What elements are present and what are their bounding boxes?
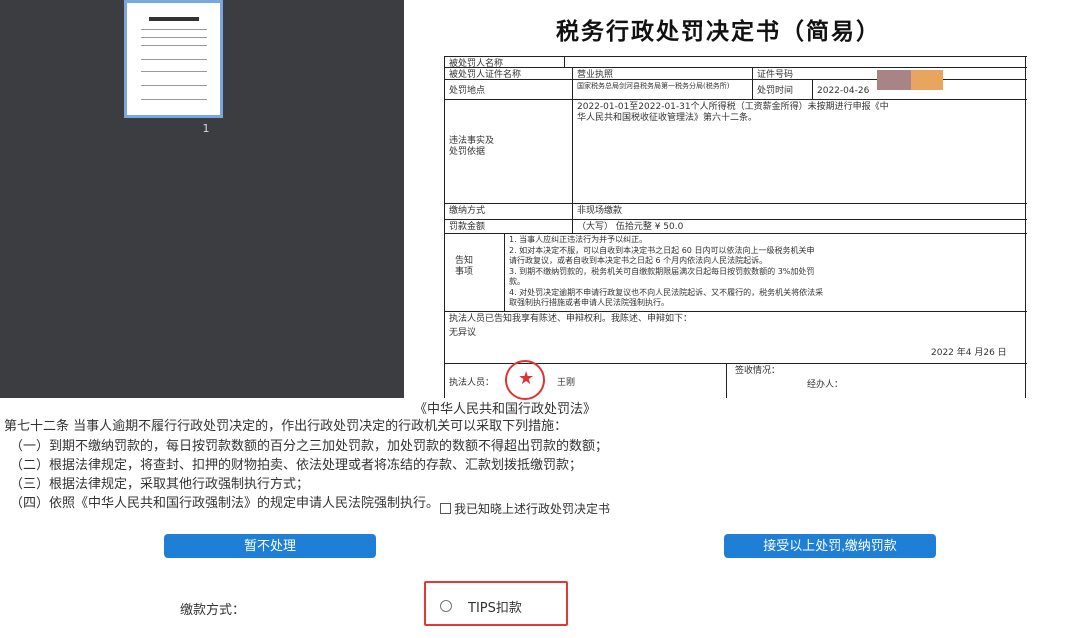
notice-label-cell: 告知 事项 [445,234,505,311]
form-row-party-name: 被处罚人名称 [445,56,1027,68]
notice-line: 1. 当事人应纠正违法行为并予以纠正。 [509,235,648,244]
thumbnail-line [141,45,207,46]
page-number: 1 [202,122,210,135]
form-row-statement: 执法人员已告知我享有陈述、申辩权利。我陈述、申辩如下： 无异议 2022 年4 … [445,312,1027,364]
officer-name: 王刚 [557,378,576,388]
notice-line: 款。 [509,277,525,286]
time-label: 处罚时间 [753,80,813,99]
defer-button[interactable]: 暂不处理 [164,534,376,558]
receipt-label: 签收情况： [735,366,781,376]
official-seal-icon: ★ [505,360,545,400]
thumbnail-line [141,37,207,38]
officer-label: 执法人员： [449,378,495,388]
tips-radio[interactable] [440,600,452,612]
law-line: （一）到期不缴纳罚款的，每日按罚款数额的百分之三加处罚款，加处罚款的数额不得超出… [10,439,609,454]
violation-text: 2022-01-01至2022-01-31个人所得税（工资薪金所得）未按期进行申… [577,102,889,112]
document-title: 税务行政处罚决定书（简易） [556,19,881,45]
thumbnail-line [141,29,207,30]
form-row-pay-method: 缴纳方式 非现场缴款 [445,204,1027,220]
form-row-fine: 罚款金额 （大写） 伍拾元整 ¥ 50.0 [445,220,1027,234]
party-id-label: 被处罚人证件名称 [445,68,573,79]
pay-method-label: 缴纳方式 [445,204,573,219]
statement-value: 无异议 [449,328,477,338]
notice-text-cell: 1. 当事人应纠正违法行为并予以纠正。 2. 如对本决定不服，可以自收到本决定书… [505,234,1027,311]
law-line: （三）根据法律规定，采取其他行政强制执行方式； [10,477,310,492]
fine-label: 罚款金额 [445,220,573,233]
fine-value: （大写） 伍拾元整 ¥ 50.0 [577,222,684,232]
penalty-form: 被处罚人名称 被处罚人证件名称 营业执照 证件号码 处罚地点 国家税务总局剑河县… [444,56,1027,400]
payment-option-highlight: TIPS扣款 [424,581,568,626]
form-row-notice: 告知 事项 1. 当事人应纠正违法行为并予以纠正。 2. 如对本决定不服，可以自… [445,234,1027,312]
violation-text-cell: 2022-01-01至2022-01-31个人所得税（工资薪金所得）未按期进行申… [573,100,1027,203]
thumbnail-line [141,85,207,86]
notice-label: 事项 [455,267,474,277]
document-page: 税务行政处罚决定书（简易） 被处罚人名称 被处罚人证件名称 营业执照 证件号码 … [404,0,1080,400]
officer-cell: 执法人员： 王刚 [445,364,727,398]
acknowledge-checkbox-row[interactable]: 我已知晓上述行政处罚决定书 [440,500,610,517]
thumbnail-line [141,99,207,100]
document-viewer: 1 税务行政处罚决定书（简易） 被处罚人名称 被处罚人证件名称 营业执照 证件号… [0,0,1080,400]
statement-text: 执法人员已告知我享有陈述、申辩权利。我陈述、申辩如下： [449,314,693,324]
location-label: 处罚地点 [445,80,573,99]
payment-method-label: 缴款方式： [180,603,246,618]
statement-date: 2022 年4 月26 日 [931,348,1007,358]
acknowledge-checkbox[interactable] [440,503,451,514]
notice-label: 告知 [455,256,474,266]
thumbnail-line [141,59,207,60]
accept-pay-button[interactable]: 接受以上处罚,缴纳罚款 [724,534,936,558]
law-line: 第七十二条 当事人逾期不履行行政处罚决定的，作出行政处罚决定的行政机关可以采取下… [4,419,568,434]
thumbnail-title-mark [149,17,199,21]
thumbnail-panel: 1 [0,0,404,398]
location-value: 国家税务总局剑河县税务局第一税务分局(税务所) [573,80,753,99]
law-line: （二）根据法律规定，将查封、扣押的财物拍卖、依法处理或者将冻结的存款、汇款划拨抵… [10,458,583,473]
acknowledge-label: 我已知晓上述行政处罚决定书 [454,502,611,516]
tips-option-label[interactable]: TIPS扣款 [468,597,522,616]
page-thumbnail[interactable] [124,0,223,118]
pay-method-value: 非现场缴款 [577,206,623,216]
notice-line: 取强制执行措施或者申请人民法院强制执行。 [509,298,669,307]
redacted-id-block [911,70,943,90]
notice-line: 请行政复议，或者自收到本决定书之日起 6 个月内依法向人民法院起诉。 [509,256,768,265]
notice-line: 3. 到期不缴纳罚款的，税务机关可自缴款期限届满次日起每日按罚款数额的 3%加处… [509,266,815,276]
violation-label: 违法事实及 [449,136,495,146]
violation-text: 华人民共和国税收征收管理法》第六十二条。 [577,113,758,123]
notice-line: 4. 对处罚决定逾期不申请行政复议也不向人民法院起诉、又不履行的，税务机关将依法… [509,287,824,297]
redacted-id-block [877,70,911,90]
violation-label-cell: 违法事实及 处罚依据 [445,100,573,203]
form-row-violation: 违法事实及 处罚依据 2022-01-01至2022-01-31个人所得税（工资… [445,100,1027,204]
party-name-label: 被处罚人名称 [445,57,565,67]
party-id-value: 营业执照 [573,68,753,79]
violation-label: 处罚依据 [449,147,486,157]
notice-line: 2. 如对本决定不服，可以自收到本决定书之日起 60 日内可以依法向上一级税务机… [509,245,815,255]
law-line: （四）依照《中华人民共和国行政强制法》的规定申请人民法院强制执行。 [10,496,440,511]
thumbnail-line [141,71,207,72]
handler-label: 经办人： [807,380,844,390]
